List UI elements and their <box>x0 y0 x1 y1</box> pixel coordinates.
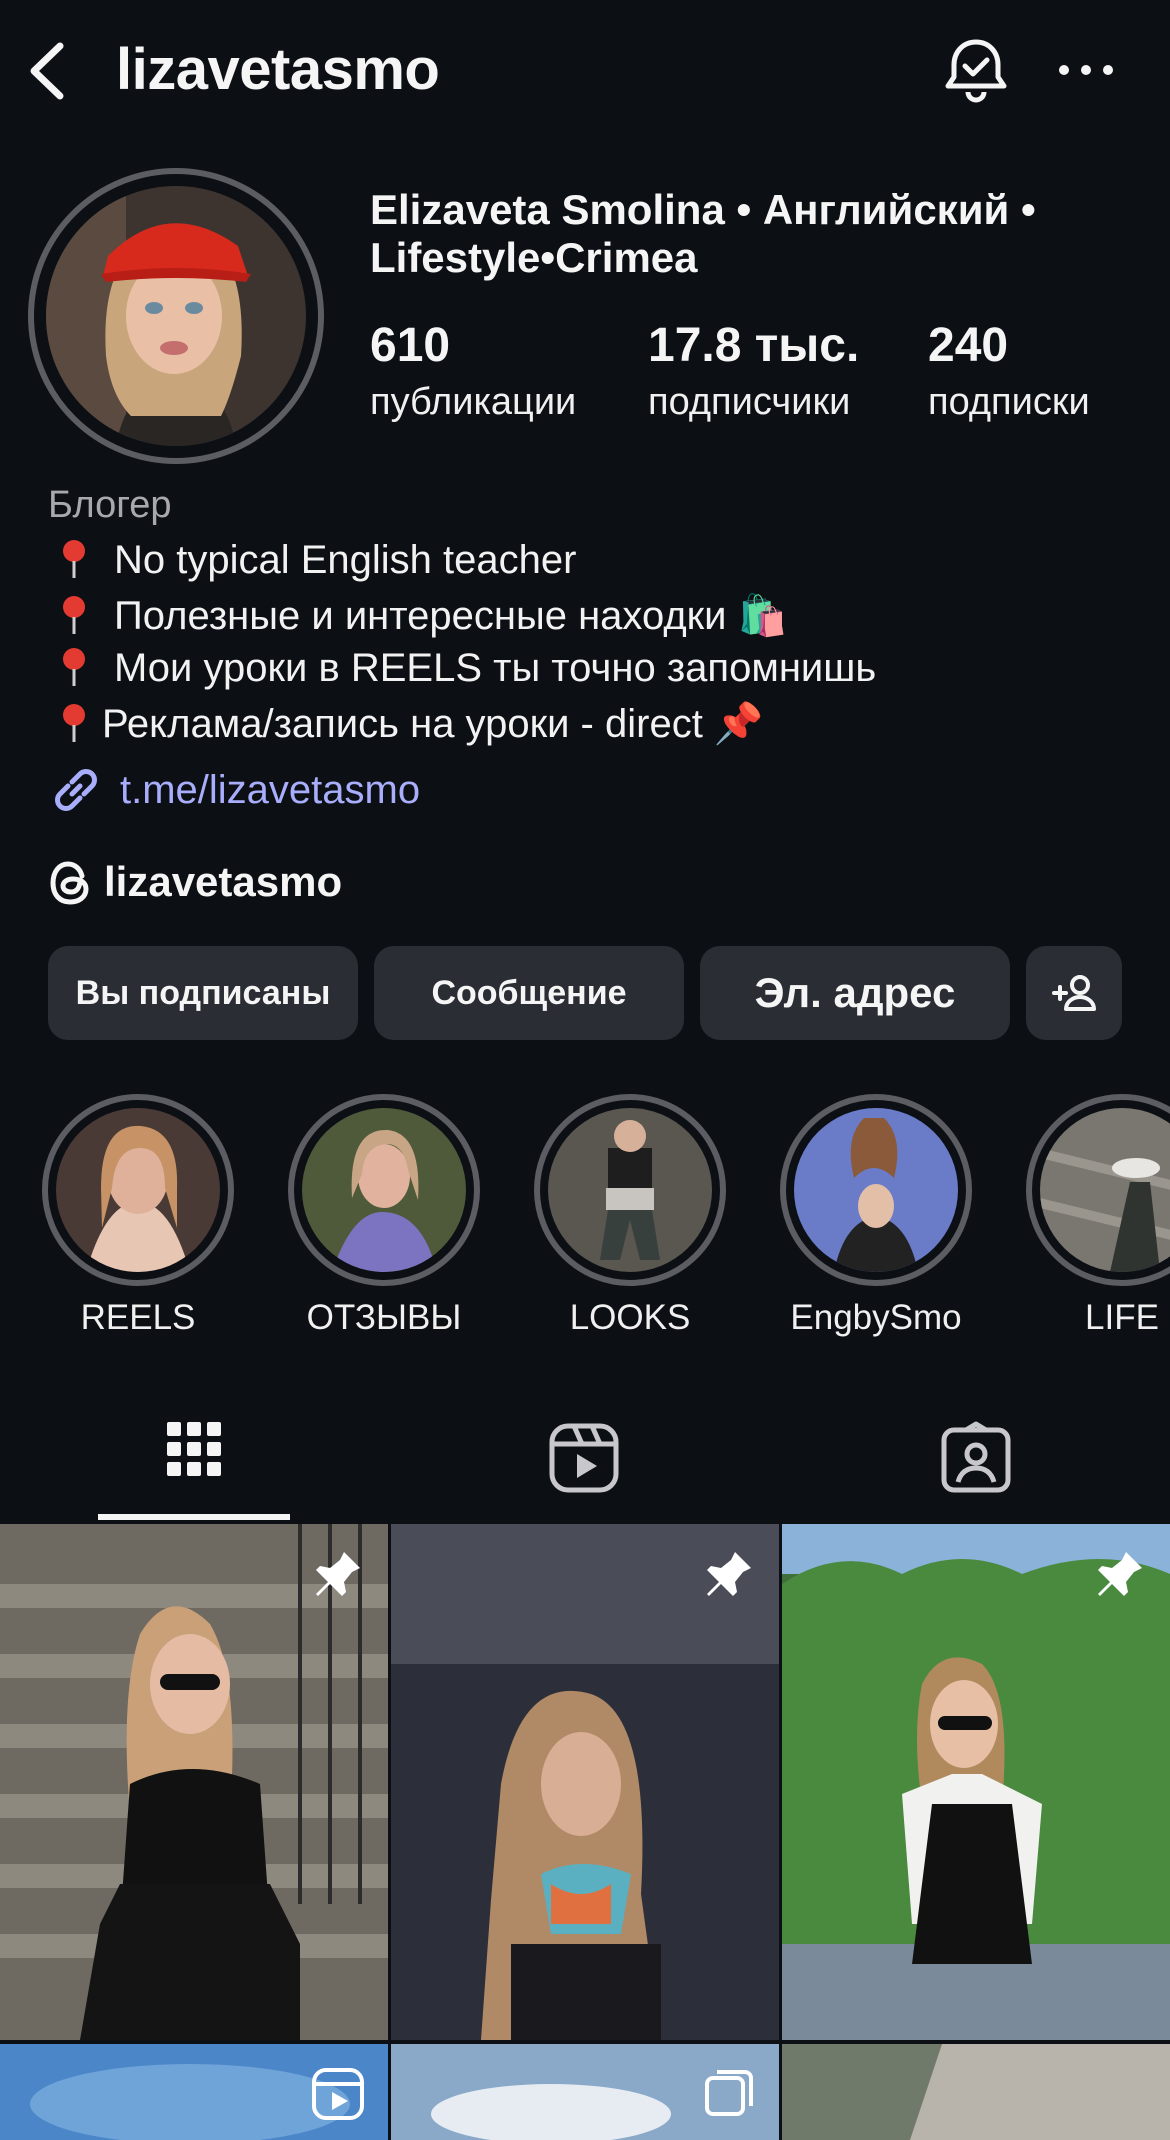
posts-count: 610 <box>370 319 451 372</box>
bio-text: Мои уроки в REELS ты точно запомнишь <box>114 646 877 690</box>
highlight-cover <box>302 1108 466 1272</box>
pinned-icon <box>707 1552 751 1596</box>
active-tab-indicator <box>98 1514 290 1520</box>
pinned-icon <box>1098 1552 1142 1596</box>
posts-label: публикации <box>370 381 577 423</box>
grid-icon <box>167 1422 221 1476</box>
tagged-icon[interactable] <box>938 1420 1014 1496</box>
threads-icon <box>48 858 94 913</box>
full-name: Elizaveta Smolina • Английский • Lifesty… <box>370 186 1036 281</box>
bio-text: Реклама/запись на уроки - direct 📌 <box>102 702 764 746</box>
bio-line: No typical English teacher <box>56 538 576 583</box>
reel-icon <box>312 2068 364 2120</box>
notification-bell-icon[interactable] <box>940 34 1012 106</box>
following-button[interactable]: Вы подписаны <box>48 946 358 1040</box>
profile-link[interactable]: t.me/lizavetasmo <box>120 768 420 813</box>
followers-count: 17.8 тыс. <box>648 319 860 372</box>
round-pushpin-icon <box>56 647 92 687</box>
highlight-label: ОТЗЫВЫ <box>306 1298 462 1337</box>
bio-text: Полезные и интересные находки 🛍️ <box>114 594 788 638</box>
pinned-icon <box>316 1552 360 1596</box>
bio-text: No typical English teacher <box>114 538 577 582</box>
round-pushpin-icon <box>56 595 92 635</box>
email-button[interactable]: Эл. адрес <box>700 946 1010 1040</box>
highlight-cover <box>794 1108 958 1272</box>
post-thumbnail[interactable] <box>782 1524 1170 2040</box>
highlight-cover <box>548 1108 712 1272</box>
bio-line: Мои уроки в REELS ты точно запомнишь <box>56 646 876 691</box>
profile-username: lizavetasmo <box>116 37 440 102</box>
highlight-label: LOOKS <box>569 1298 691 1337</box>
avatar[interactable] <box>46 186 306 446</box>
add-user-icon <box>1052 975 1096 1011</box>
link-icon <box>48 762 104 822</box>
carousel-icon <box>705 2070 753 2116</box>
back-icon[interactable] <box>20 36 80 106</box>
post-thumbnail[interactable] <box>0 2044 388 2140</box>
post-thumbnail[interactable] <box>0 1524 388 2040</box>
message-button[interactable]: Сообщение <box>374 946 684 1040</box>
followers-label: подписчики <box>648 381 851 423</box>
post-thumbnail[interactable] <box>391 1524 779 2040</box>
more-options-icon[interactable] <box>1056 50 1116 90</box>
reels-icon[interactable] <box>546 1420 622 1496</box>
highlight-label: EngbySmo <box>790 1298 962 1337</box>
highlight-label: REELS <box>80 1298 196 1337</box>
threads-handle[interactable]: lizavetasmo <box>104 858 342 906</box>
following-count: 240 <box>928 319 1009 372</box>
highlight-label: LIFE <box>1085 1298 1159 1337</box>
posts-stat[interactable]: 610 публикации <box>370 318 576 424</box>
post-thumbnail[interactable] <box>782 2044 1170 2140</box>
following-stat[interactable]: 240 подписки <box>928 318 1090 424</box>
top-bar: lizavetasmo <box>0 0 1170 150</box>
following-label: подписки <box>928 381 1090 423</box>
bio-line: Полезные и интересные находки 🛍️ <box>56 592 787 639</box>
post-thumbnail[interactable] <box>391 2044 779 2140</box>
followers-stat[interactable]: 17.8 тыс. подписчики <box>648 318 859 424</box>
tab-posts-grid[interactable] <box>98 1412 290 1520</box>
round-pushpin-icon <box>56 539 92 579</box>
profile-category: Блогер <box>48 484 172 526</box>
add-user-button[interactable] <box>1026 946 1122 1040</box>
bio-line: Реклама/запись на уроки - direct 📌 <box>56 700 764 747</box>
round-pushpin-icon <box>56 703 92 743</box>
highlight-cover <box>56 1108 220 1272</box>
